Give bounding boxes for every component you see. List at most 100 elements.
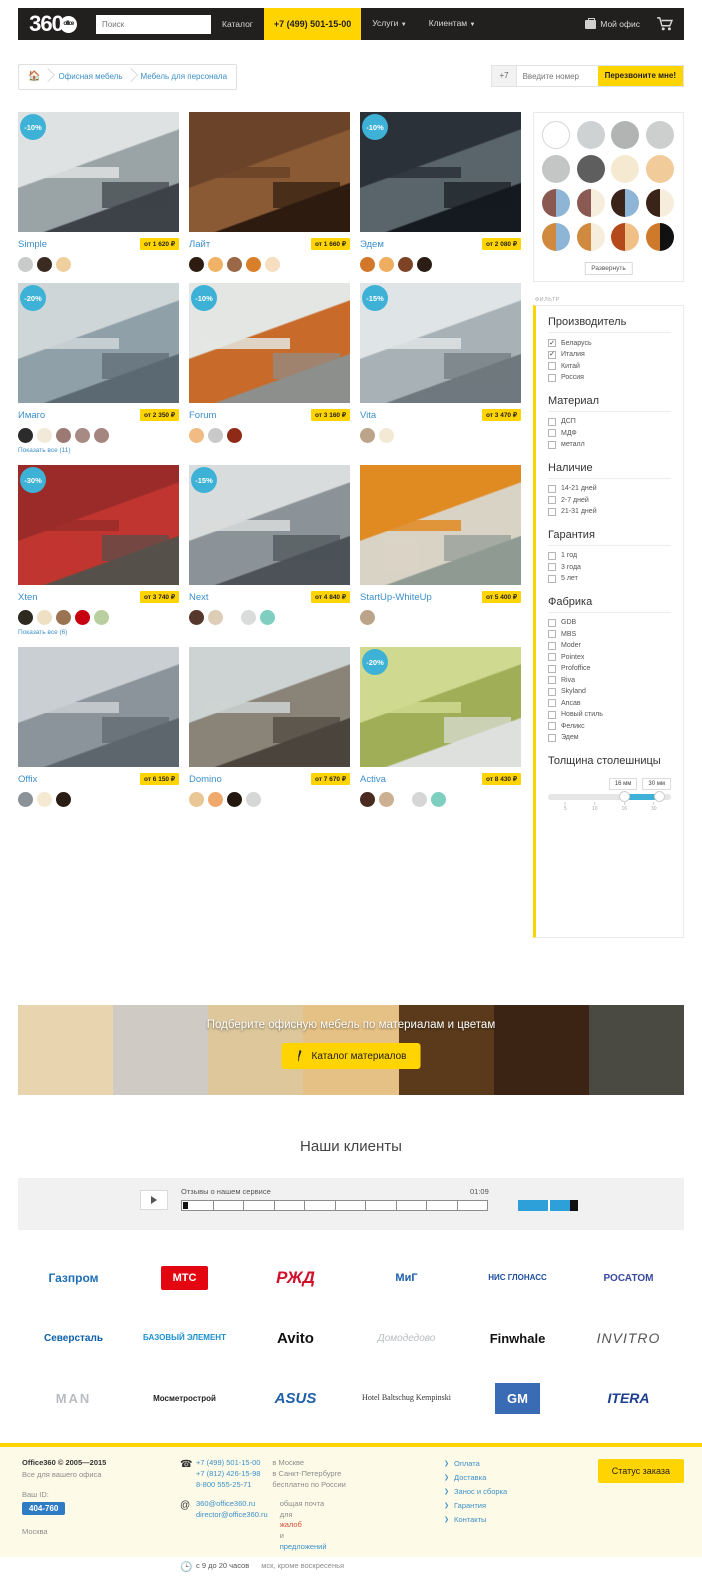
color-swatch[interactable] [246,792,261,807]
checkbox[interactable]: ✓ [548,350,556,359]
color-swatch[interactable] [189,792,204,807]
color-swatch[interactable] [56,257,71,272]
color-swatch[interactable] [260,610,275,625]
product-card[interactable]: -30% Xten от 3 740 ₽ Показать все (6) [18,465,179,636]
product-image[interactable] [189,647,350,767]
checkbox[interactable] [548,630,556,638]
product-name[interactable]: Эдем [360,239,384,250]
color-option[interactable] [542,121,570,149]
color-swatch[interactable] [227,792,242,807]
checkbox[interactable] [548,507,556,516]
product-name[interactable]: Domino [189,774,222,785]
color-swatch[interactable] [18,428,33,443]
filter-option[interactable]: 14-21 дней [548,484,671,493]
color-swatch[interactable] [379,257,394,272]
product-image[interactable] [360,465,521,585]
color-swatch[interactable] [379,428,394,443]
product-image[interactable]: -20% [18,283,179,403]
product-image[interactable]: -10% [18,112,179,232]
filter-option[interactable]: 3 года [548,563,671,571]
show-all-colors-link[interactable]: Показать все (11) [18,447,179,454]
product-name[interactable]: Simple [18,239,47,250]
footer-phone-3[interactable]: 8-800 555-25-71 [196,1480,260,1491]
cart-icon[interactable] [656,17,674,31]
filter-option[interactable]: Феликс [548,722,671,730]
color-swatch[interactable] [360,792,375,807]
color-option[interactable] [611,121,639,149]
color-swatch[interactable] [208,792,223,807]
filter-option[interactable]: 2-7 дней [548,496,671,504]
product-card[interactable]: -20% Имаго от 2 350 ₽ Показать все (11) [18,283,179,454]
color-swatch[interactable] [265,257,280,272]
color-option[interactable] [611,223,639,251]
nav-clients[interactable]: Клиентам ▼ [418,7,487,41]
filter-option[interactable]: Новый стиль [548,710,671,719]
checkbox[interactable] [548,710,556,719]
filter-option[interactable]: Россия [548,373,671,382]
product-name[interactable]: Next [189,592,209,603]
checkbox[interactable] [548,733,556,742]
callback-phone-input[interactable] [515,66,598,86]
product-image[interactable]: -20% [360,647,521,767]
color-swatch[interactable] [360,257,375,272]
color-swatch[interactable] [75,428,90,443]
callback-submit-button[interactable]: Перезвоните мне! [597,66,683,86]
color-swatch[interactable] [379,792,394,807]
color-swatch[interactable] [431,792,446,807]
color-option[interactable] [576,189,605,217]
thickness-slider[interactable]: 16 мм 30 мм 5 10 16 30 [548,778,671,822]
footer-link[interactable]: Оплата [444,1459,507,1468]
slider-handle-max[interactable] [653,791,665,803]
volume-slider[interactable] [518,1200,578,1211]
materials-banner[interactable]: Подберите офисную мебель по материалам и… [18,1005,684,1095]
color-swatch[interactable] [360,610,375,625]
product-card[interactable]: -15% Next от 4 840 ₽ [189,465,350,636]
slider-handle-min[interactable] [619,791,631,803]
product-image[interactable]: -10% [189,283,350,403]
checkbox[interactable] [548,618,556,627]
video-progress-handle[interactable] [183,1202,188,1209]
header-phone-button[interactable]: +7 (499) 501-15-00 [263,8,362,40]
filter-option[interactable]: Riva [548,676,671,684]
product-name[interactable]: Forum [189,410,216,421]
color-option[interactable] [576,223,605,251]
product-card[interactable]: -10% Эдем от 2 080 ₽ [360,112,521,272]
color-swatch[interactable] [56,428,71,443]
product-name[interactable]: Offix [18,774,37,785]
color-swatch[interactable] [56,792,71,807]
footer-link[interactable]: Занос и сборка [444,1487,507,1496]
product-card[interactable]: -15% Vita от 3 470 ₽ [360,283,521,454]
color-swatch[interactable] [189,257,204,272]
footer-phone-1[interactable]: +7 (499) 501-15-00 [196,1458,260,1469]
color-swatch[interactable] [227,257,242,272]
product-name[interactable]: Xten [18,592,38,603]
breadcrumb-item-staff-furniture[interactable]: Мебель для персонала [132,64,237,90]
checkbox[interactable] [548,484,556,493]
product-image[interactable]: -10% [360,112,521,232]
checkbox[interactable] [548,699,556,707]
filter-option[interactable]: 1 год [548,551,671,560]
footer-link[interactable]: Доставка [444,1473,507,1482]
filter-option[interactable]: MBS [548,630,671,638]
product-name[interactable]: Activa [360,774,386,785]
checkbox[interactable] [548,641,556,650]
checkbox[interactable] [548,664,556,673]
color-swatch[interactable] [18,257,33,272]
product-card[interactable]: -20% Activa от 8 430 ₽ [360,647,521,807]
nav-services[interactable]: Услуги ▼ [361,7,417,41]
product-image[interactable] [189,112,350,232]
materials-catalog-button[interactable]: Каталог материалов [281,1043,421,1069]
color-swatch[interactable] [94,610,109,625]
checkbox[interactable]: ✓ [548,339,556,347]
checkbox[interactable] [548,574,556,583]
filter-option[interactable]: ДСП [548,417,671,426]
checkbox[interactable] [548,676,556,684]
checkbox[interactable] [548,563,556,571]
product-image[interactable] [18,647,179,767]
color-option[interactable] [645,121,674,149]
color-swatch[interactable] [360,428,375,443]
filter-option[interactable]: Китай [548,362,671,370]
footer-link[interactable]: Гарантия [444,1501,507,1510]
footer-link[interactable]: Контакты [444,1515,507,1524]
checkbox[interactable] [548,429,556,437]
